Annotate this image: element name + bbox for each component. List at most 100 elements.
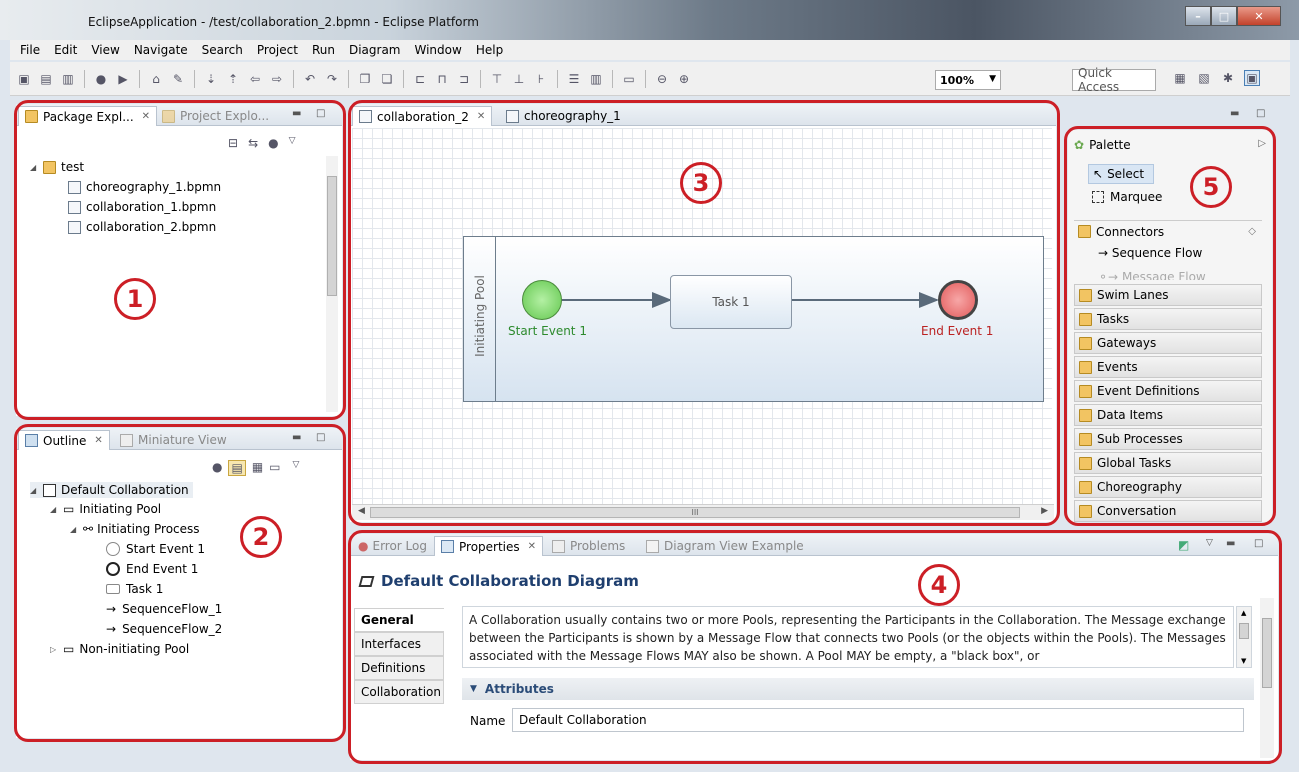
align-top-icon[interactable]: ⊤: [489, 71, 505, 87]
link-editor-icon[interactable]: ⇆: [248, 136, 258, 150]
menu-navigate[interactable]: Navigate: [134, 43, 188, 57]
resource-perspective-icon[interactable]: ▧: [1196, 70, 1212, 86]
zoom-in-icon[interactable]: ⊕: [676, 71, 692, 87]
tree-view-icon[interactable]: ▤: [228, 460, 246, 476]
tab-problems[interactable]: Problems: [546, 536, 631, 556]
tree-item-pool[interactable]: ▷ ▭ Non-initiating Pool: [50, 642, 189, 656]
back-icon[interactable]: ⇦: [247, 71, 263, 87]
expand-icon[interactable]: ◢: [70, 525, 78, 534]
minimize-icon[interactable]: ▬: [292, 432, 301, 443]
align-left-icon[interactable]: ⊏: [412, 71, 428, 87]
task-shape[interactable]: Task 1: [670, 275, 792, 329]
pin-view-icon[interactable]: ◩: [1178, 538, 1189, 552]
minimize-icon[interactable]: ▬: [292, 108, 301, 119]
tree-item-collaboration[interactable]: ◢ Default Collaboration: [30, 482, 193, 498]
debug-icon[interactable]: ●: [93, 71, 109, 87]
properties-scrollbar[interactable]: [1260, 598, 1274, 758]
tree-item-sequence-flow[interactable]: → SequenceFlow_2: [106, 622, 222, 636]
view-menu-icon[interactable]: ●: [212, 460, 222, 476]
chevron-down-icon[interactable]: ▽: [289, 136, 296, 150]
link-icon[interactable]: ▭: [269, 460, 280, 476]
forward-icon[interactable]: ⇨: [269, 71, 285, 87]
pin-icon[interactable]: ◇: [1248, 226, 1256, 237]
tree-item-end-event[interactable]: End Event 1: [106, 562, 198, 576]
save-icon[interactable]: ▤: [38, 71, 54, 87]
run-icon[interactable]: ▶: [115, 71, 131, 87]
palette-header[interactable]: ✿ Palette: [1074, 138, 1131, 152]
maximize-icon[interactable]: □: [316, 432, 325, 443]
maximize-button[interactable]: □: [1211, 6, 1237, 26]
side-tab-interfaces[interactable]: Interfaces: [354, 632, 444, 656]
minimize-icon[interactable]: ▬: [1226, 538, 1235, 549]
palette-drawer-swim-lanes[interactable]: Swim Lanes: [1074, 284, 1262, 306]
collapse-all-icon[interactable]: ⊟: [228, 136, 238, 150]
open-perspective-icon[interactable]: ▦: [1172, 70, 1188, 86]
side-tab-collaboration[interactable]: Collaboration: [354, 680, 444, 704]
palette-item-message-flow[interactable]: ⚬→ Message Flow: [1098, 270, 1206, 280]
maximize-icon[interactable]: □: [316, 108, 325, 119]
tree-item-sequence-flow[interactable]: → SequenceFlow_1: [106, 602, 222, 616]
match-width-icon[interactable]: ☰: [566, 71, 582, 87]
palette-drawer-events[interactable]: Events: [1074, 356, 1262, 378]
tree-item-project[interactable]: ◢ test: [30, 160, 84, 174]
open-folder-icon[interactable]: ⌂: [148, 71, 164, 87]
attributes-section-header[interactable]: ▼ Attributes: [462, 678, 1254, 700]
expand-icon[interactable]: ◢: [30, 486, 38, 495]
tab-project-explorer[interactable]: Project Explo...: [156, 106, 275, 126]
close-icon[interactable]: ✕: [142, 111, 150, 122]
undo-icon[interactable]: ↶: [302, 71, 318, 87]
tree-item-file[interactable]: collaboration_2.bpmn: [68, 220, 216, 234]
documentation-scrollbar[interactable]: ▲ ▼: [1236, 606, 1252, 668]
palette-drawer-tasks[interactable]: Tasks: [1074, 308, 1262, 330]
menu-edit[interactable]: Edit: [54, 43, 77, 57]
tab-miniature-view[interactable]: Miniature View: [114, 430, 233, 450]
align-middle-icon[interactable]: ⊥: [511, 71, 527, 87]
menu-view[interactable]: View: [91, 43, 119, 57]
copy-icon[interactable]: ❐: [357, 71, 373, 87]
menu-window[interactable]: Window: [415, 43, 462, 57]
palette-drawer-event-definitions[interactable]: Event Definitions: [1074, 380, 1262, 402]
close-icon[interactable]: ✕: [477, 111, 485, 122]
save-all-icon[interactable]: ▥: [60, 71, 76, 87]
view-menu-icon[interactable]: ●: [268, 136, 278, 150]
tree-item-file[interactable]: collaboration_1.bpmn: [68, 200, 216, 214]
align-center-icon[interactable]: ⊓: [434, 71, 450, 87]
palette-tool-select[interactable]: ↖ Select: [1088, 164, 1154, 184]
close-icon[interactable]: ✕: [94, 435, 102, 446]
horizontal-scrollbar[interactable]: ◀ III ▶: [352, 504, 1054, 520]
chevron-down-icon[interactable]: ▽: [1206, 538, 1213, 548]
palette-tool-marquee[interactable]: Marquee: [1088, 190, 1162, 204]
align-right-icon[interactable]: ⊐: [456, 71, 472, 87]
tab-collaboration-2[interactable]: collaboration_2 ✕: [352, 106, 493, 126]
palette-drawer-sub-processes[interactable]: Sub Processes: [1074, 428, 1262, 450]
documentation-text[interactable]: A Collaboration usually contains two or …: [462, 606, 1234, 668]
thumbnail-view-icon[interactable]: ▦: [252, 460, 263, 476]
close-icon[interactable]: ✕: [528, 541, 536, 552]
maximize-icon[interactable]: □: [1256, 108, 1265, 119]
zoom-select[interactable]: 100% ▼: [935, 70, 1001, 90]
end-event-shape[interactable]: [938, 280, 978, 320]
palette-drawer-global-tasks[interactable]: Global Tasks: [1074, 452, 1262, 474]
tree-item-process[interactable]: ◢ ⚯ Initiating Process: [70, 522, 200, 536]
tab-error-log[interactable]: ● Error Log: [352, 536, 433, 556]
tab-package-explorer[interactable]: Package Expl... ✕: [18, 106, 158, 126]
minimize-icon[interactable]: ▬: [1230, 108, 1239, 119]
palette-drawer-choreography[interactable]: Choreography: [1074, 476, 1262, 498]
chevron-down-icon[interactable]: ▽: [293, 460, 300, 476]
palette-drawer-connectors[interactable]: Connectors ◇: [1074, 220, 1262, 242]
palette-item-sequence-flow[interactable]: → Sequence Flow: [1098, 246, 1202, 260]
tree-item-task[interactable]: Task 1: [106, 582, 163, 596]
tab-properties[interactable]: Properties ✕: [434, 536, 544, 556]
collapse-palette-icon[interactable]: ▷: [1258, 138, 1266, 149]
tree-item-pool[interactable]: ◢ ▭ Initiating Pool: [50, 502, 161, 516]
next-annotation-icon[interactable]: ⇣: [203, 71, 219, 87]
side-tab-definitions[interactable]: Definitions: [354, 656, 444, 680]
tab-diagram-view-example[interactable]: Diagram View Example: [640, 536, 810, 556]
debug-perspective-icon[interactable]: ✱: [1220, 70, 1236, 86]
menu-search[interactable]: Search: [202, 43, 243, 57]
maximize-icon[interactable]: □: [1254, 538, 1263, 549]
tab-outline[interactable]: Outline ✕: [18, 430, 110, 450]
name-input[interactable]: Default Collaboration: [512, 708, 1244, 732]
tab-choreography-1[interactable]: choreography_1: [500, 106, 627, 126]
expand-icon[interactable]: ◢: [30, 163, 38, 172]
